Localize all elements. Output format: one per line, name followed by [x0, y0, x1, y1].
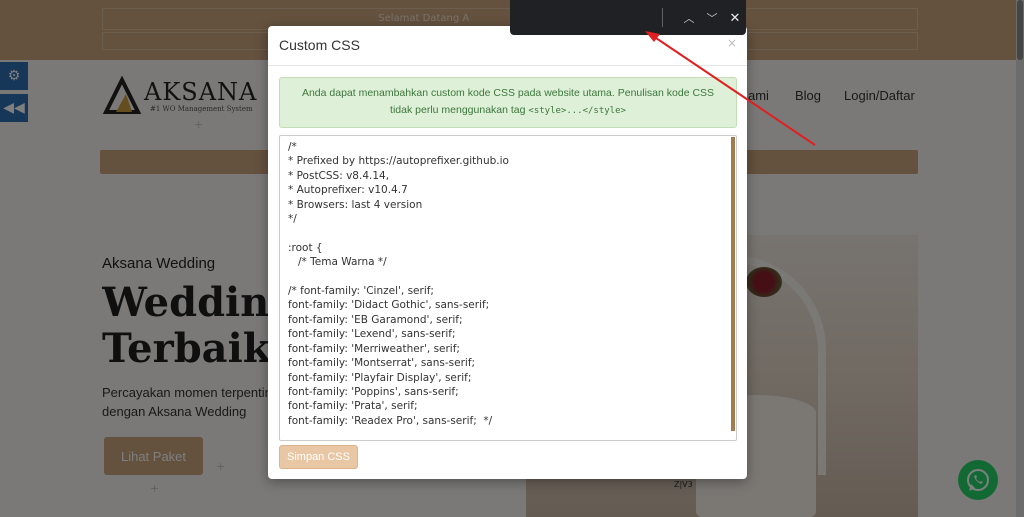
find-input[interactable] — [518, 6, 658, 28]
chevron-down-icon: ﹀ — [706, 12, 718, 25]
find-previous-button[interactable]: ︿ — [679, 8, 699, 28]
close-icon: ✕ — [729, 10, 741, 26]
css-editor[interactable]: /* * Prefixed by https://autoprefixer.gi… — [279, 135, 737, 441]
find-next-button[interactable]: ﹀ — [702, 8, 722, 28]
save-css-button[interactable]: Simpan CSS — [279, 445, 358, 469]
chevron-up-icon: ︿ — [683, 12, 695, 25]
alert-text: Anda dapat menambahkan custom kode CSS p… — [301, 87, 715, 116]
editor-scrollbar[interactable] — [731, 137, 735, 431]
find-bar: ︿ ﹀ ✕ — [510, 0, 746, 35]
info-alert: Anda dapat menambahkan custom kode CSS p… — [279, 77, 737, 128]
find-separator — [662, 8, 663, 27]
alert-code: <style>...</style> — [528, 106, 626, 116]
close-icon[interactable]: × — [727, 36, 737, 50]
custom-css-modal: Custom CSS × Anda dapat menambahkan cust… — [268, 26, 747, 479]
modal-title: Custom CSS — [279, 37, 360, 53]
find-close-button[interactable]: ✕ — [725, 8, 745, 28]
css-editor-content[interactable]: /* * Prefixed by https://autoprefixer.gi… — [288, 140, 509, 428]
